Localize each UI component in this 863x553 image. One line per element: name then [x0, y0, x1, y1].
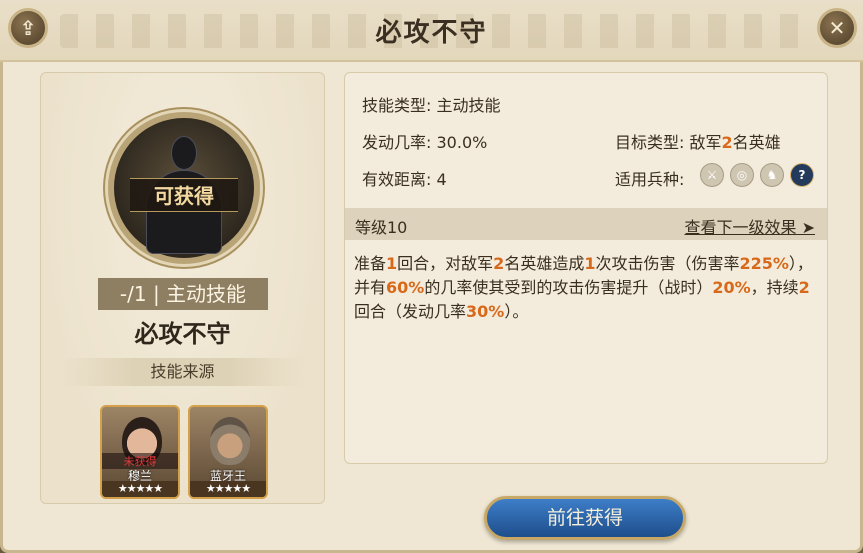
close-button[interactable]: ✕ — [817, 8, 857, 48]
skill-type-key: 技能类型: — [362, 96, 432, 115]
range-value: 4 — [436, 170, 447, 189]
desc-text: 回合，对敌军 — [397, 254, 494, 273]
level-bar: 等级10 查看下一级效果 ➤ — [345, 208, 827, 240]
hero-card-mulan[interactable]: 未获得 穆兰 ★★★★★ — [100, 405, 180, 499]
troop-icons: ⚔ ◎ ♞ ? — [700, 163, 814, 187]
hero-stars: ★★★★★ — [190, 481, 266, 497]
troop-type-row: 适用兵种: — [615, 166, 684, 190]
trigger-rate-value: 30.0% — [436, 133, 488, 152]
skill-source-label: 技能来源 — [60, 358, 305, 386]
share-icon: ⇪ — [19, 16, 37, 40]
skill-name: 必攻不守 — [134, 320, 231, 348]
sword-icon[interactable]: ⚔ — [700, 163, 724, 187]
silhouette-icon — [171, 136, 197, 170]
trigger-rate-key: 发动几率: — [362, 133, 432, 152]
desc-value: 1 — [584, 254, 596, 273]
desc-value: 2 — [798, 278, 810, 297]
desc-value: 225% — [739, 254, 789, 273]
range-key: 有效距离: — [362, 170, 432, 189]
desc-text: 准备 — [354, 254, 387, 273]
next-level-link[interactable]: 查看下一级效果 ➤ — [685, 214, 816, 238]
desc-value: 30% — [466, 302, 505, 321]
desc-text: 回合（发动几率 — [354, 302, 467, 321]
desc-value: 60% — [386, 278, 425, 297]
desc-text: ，持续 — [750, 278, 799, 297]
troop-type-key: 适用兵种: — [615, 170, 685, 189]
share-button[interactable]: ⇪ — [8, 8, 48, 48]
skill-orb: 可获得 — [108, 112, 260, 264]
desc-text: 次攻击伤害（伤害率 — [595, 254, 740, 273]
target-type-row: 目标类型: 敌军2名英雄 — [615, 129, 781, 153]
desc-text: ）。 — [504, 302, 529, 321]
hero-stars: ★★★★★ — [102, 481, 178, 497]
target-icon[interactable]: ◎ — [730, 163, 754, 187]
skill-level: 等级10 — [355, 218, 408, 237]
desc-value: 2 — [493, 254, 505, 273]
skill-type-strip: -/1 | 主动技能 — [98, 278, 268, 310]
title-bar: 必攻不守 — [0, 0, 863, 62]
skill-type-value: 主动技能 — [436, 96, 501, 115]
close-icon: ✕ — [828, 16, 846, 40]
question-icon[interactable]: ? — [790, 163, 814, 187]
target-prefix: 敌军 — [689, 133, 722, 152]
horse-icon[interactable]: ♞ — [760, 163, 784, 187]
range-row: 有效距离: 4 — [362, 166, 447, 190]
go-obtain-button[interactable]: 前往获得 — [484, 496, 686, 540]
desc-text: 名英雄造成 — [504, 254, 585, 273]
desc-text: 的几率使其受到的攻击伤害提升（战时） — [424, 278, 713, 297]
target-suffix: 名英雄 — [732, 133, 781, 152]
dialog-title: 必攻不守 — [375, 18, 488, 48]
hero-portrait — [210, 417, 250, 465]
target-count: 2 — [721, 133, 733, 152]
skill-type-row: 技能类型: 主动技能 — [362, 92, 501, 116]
trigger-rate-row: 发动几率: 30.0% — [362, 129, 487, 153]
obtainable-label: 可获得 — [130, 178, 238, 212]
desc-value: 1 — [386, 254, 398, 273]
skill-description: 准备1回合，对敌军2名英雄造成1次攻击伤害（伤害率225%），并有60%的几率使… — [354, 252, 814, 324]
desc-value: 20% — [712, 278, 751, 297]
target-type-key: 目标类型: — [615, 133, 685, 152]
hero-card-bluetooth[interactable]: 蓝牙王 ★★★★★ — [188, 405, 268, 499]
